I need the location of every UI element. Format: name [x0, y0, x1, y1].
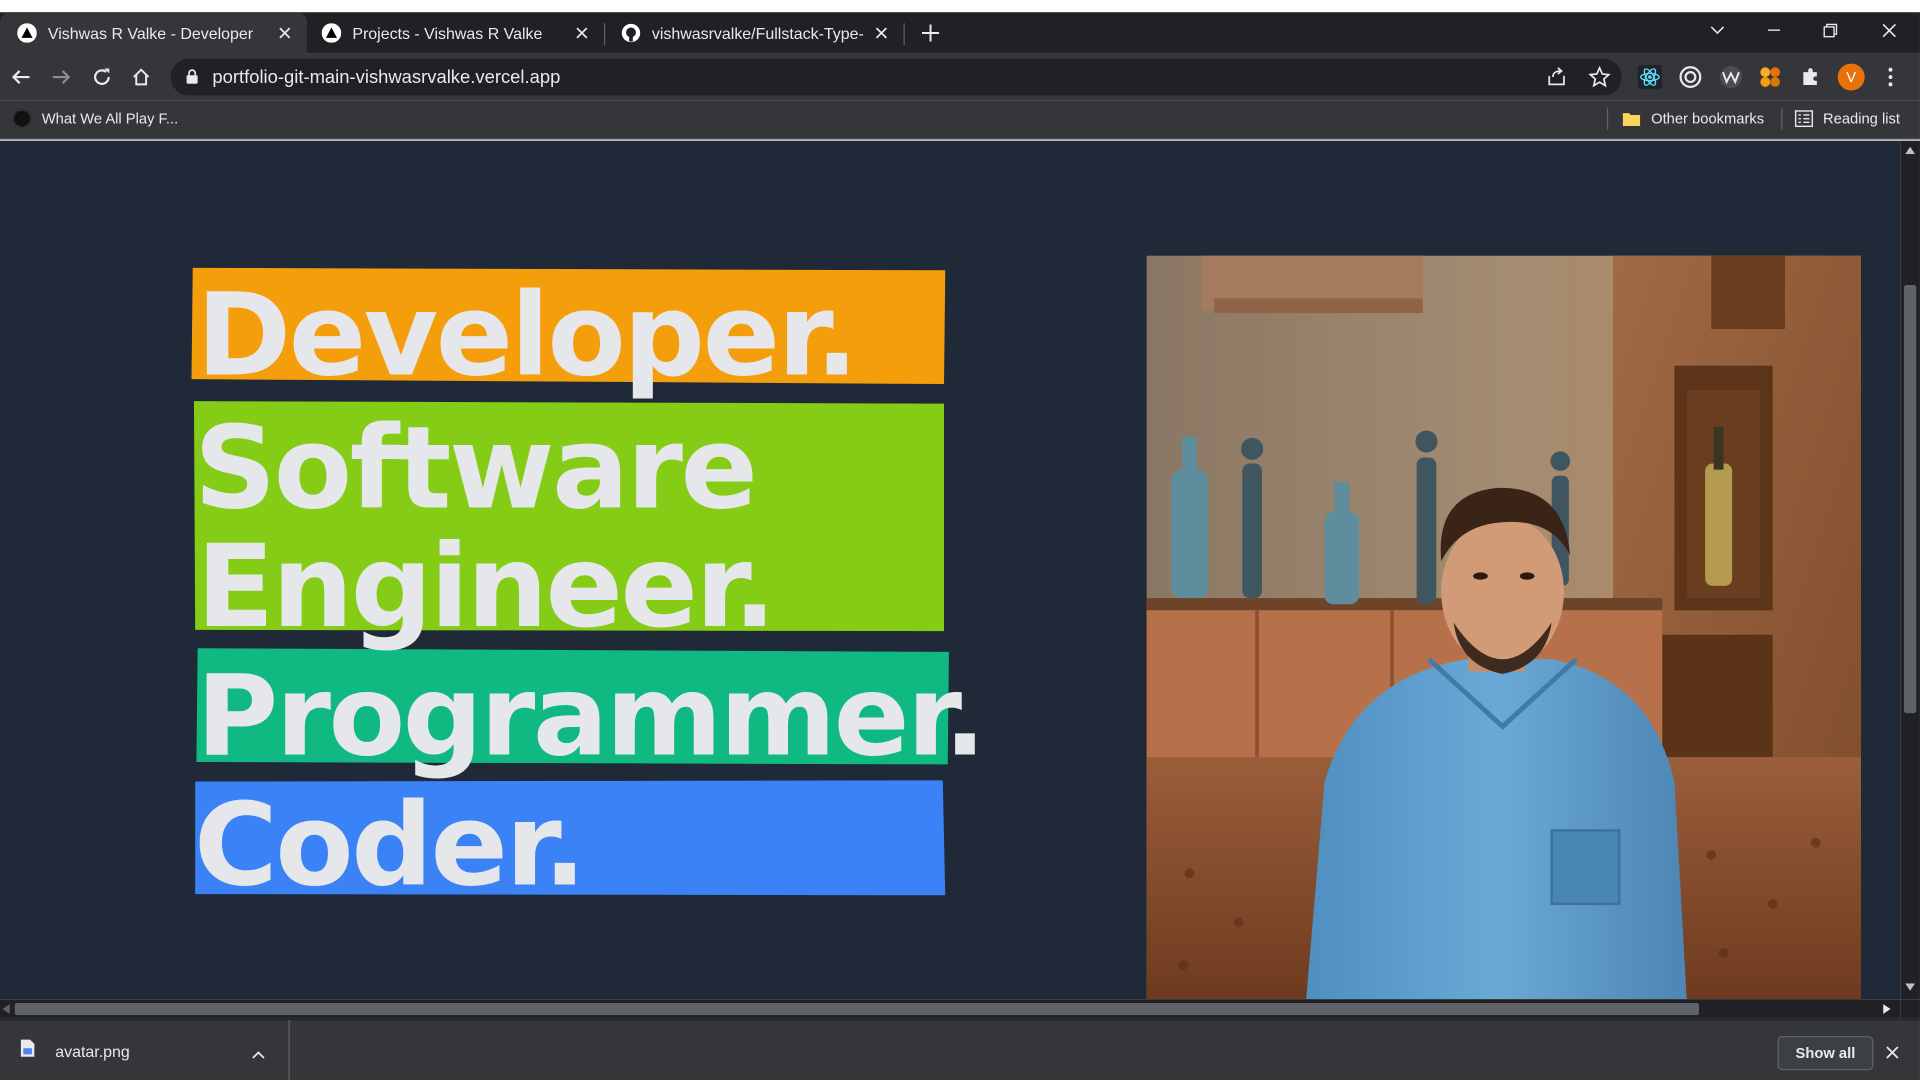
other-bookmarks-label: Other bookmarks: [1651, 110, 1765, 128]
plus-icon: [921, 24, 940, 42]
horizontal-scrollbar[interactable]: [0, 999, 1901, 1019]
tab-github-repo[interactable]: vishwasrvalke/Fullstack-Type-gra: [604, 12, 904, 54]
folder-icon: [1622, 109, 1642, 129]
restore-button[interactable]: [1802, 12, 1858, 49]
react-devtools-icon[interactable]: [1637, 64, 1663, 90]
profile-photo: [1146, 255, 1862, 1000]
minimize-button[interactable]: [1746, 12, 1802, 49]
close-window-button[interactable]: [1861, 12, 1917, 49]
scrollbar-corner: [1900, 999, 1920, 1019]
extensions-puzzle-icon[interactable]: [1798, 65, 1823, 89]
tab-portfolio-home[interactable]: Vishwas R Valke - Developer: [0, 12, 307, 54]
close-tab-icon[interactable]: [275, 23, 295, 43]
browser-window: Vishwas R Valke - Developer Projects - V…: [0, 0, 1920, 1080]
scroll-down-arrow-icon[interactable]: [1905, 983, 1916, 991]
tab-title: Projects - Vishwas R Valke: [352, 23, 543, 43]
download-file-name: avatar.png: [55, 1041, 130, 1060]
url-text[interactable]: portfolio-git-main-vishwasrvalke.vercel.…: [212, 67, 560, 88]
tab-title: Vishwas R Valke - Developer: [47, 23, 254, 43]
address-bar[interactable]: portfolio-git-main-vishwasrvalke.vercel.…: [170, 58, 1622, 96]
share-icon[interactable]: [1546, 66, 1568, 94]
home-button[interactable]: [124, 60, 158, 94]
vercel-triangle-icon: [17, 23, 37, 43]
vertical-scrollbar[interactable]: [1900, 140, 1920, 1000]
download-item[interactable]: avatar.png: [0, 1020, 290, 1080]
headline-developer: Developer.: [196, 269, 858, 402]
bookmarks-bar: What We All Play F... Other bookmarks Re…: [0, 100, 1920, 140]
reading-list-label: Reading list: [1822, 110, 1900, 128]
menu-kebab-icon[interactable]: [1878, 65, 1903, 89]
close-download-shelf-icon[interactable]: [1886, 1043, 1900, 1065]
back-arrow-icon: [11, 70, 30, 84]
bookmark-separator: [1606, 107, 1609, 130]
download-shelf: avatar.png Show all: [0, 1018, 1920, 1080]
close-icon: [1882, 23, 1896, 38]
reload-button[interactable]: [85, 60, 119, 94]
target-extension-icon[interactable]: [1678, 65, 1703, 89]
file-icon: [20, 1038, 36, 1064]
bookmark-separator: [1781, 107, 1783, 130]
new-tab-button[interactable]: [918, 21, 943, 45]
forward-arrow-icon: [52, 70, 71, 84]
horizontal-scroll-thumb[interactable]: [14, 1002, 1699, 1016]
headline-engineer: Engineer.: [196, 521, 776, 654]
headline-software: Software: [193, 402, 758, 535]
close-tab-icon[interactable]: [572, 23, 592, 43]
tab-title: vishwasrvalke/Fullstack-Type-gra: [651, 23, 865, 43]
chevron-up-icon[interactable]: [252, 1043, 266, 1065]
reading-list-button[interactable]: Reading list: [1794, 100, 1900, 137]
tab-projects[interactable]: Projects - Vishwas R Valke: [304, 12, 604, 54]
show-all-downloads-button[interactable]: Show all: [1777, 1035, 1874, 1071]
restore-icon: [1823, 23, 1838, 38]
vertical-scroll-thumb[interactable]: [1904, 284, 1917, 714]
scroll-up-arrow-icon[interactable]: [1905, 146, 1916, 155]
forward-button[interactable]: [44, 60, 78, 94]
page-viewport: Developer. Software Engineer. Programmer…: [0, 140, 1901, 1000]
scroll-left-arrow-icon[interactable]: [2, 1004, 10, 1014]
other-bookmarks-button[interactable]: Other bookmarks: [1622, 100, 1764, 137]
back-button[interactable]: [4, 60, 38, 94]
headline-programmer: Programmer.: [196, 653, 986, 782]
colorful-extension-icon[interactable]: [1758, 65, 1783, 89]
profile-avatar[interactable]: V: [1837, 63, 1865, 91]
reading-list-icon: [1794, 110, 1814, 128]
bookmark-item[interactable]: What We All Play F...: [12, 100, 178, 137]
home-icon: [133, 68, 150, 86]
close-tab-icon[interactable]: [872, 23, 892, 43]
reload-icon: [94, 68, 110, 85]
wappalyzer-icon[interactable]: [1719, 65, 1744, 89]
bookmark-label: What We All Play F...: [41, 110, 179, 128]
bookmark-star-icon[interactable]: [1588, 65, 1611, 94]
tab-search-button[interactable]: [1689, 12, 1745, 49]
scroll-right-arrow-icon[interactable]: [1883, 1004, 1891, 1014]
minimize-icon: [1767, 29, 1781, 31]
chevron-down-icon: [1710, 26, 1725, 35]
github-icon: [621, 23, 641, 43]
circle-favicon-icon: [12, 109, 32, 129]
tab-strip: Vishwas R Valke - Developer Projects - V…: [0, 12, 1920, 54]
navigation-toolbar: portfolio-git-main-vishwasrvalke.vercel.…: [0, 53, 1920, 101]
lock-icon: [185, 68, 199, 90]
vercel-triangle-icon: [321, 23, 342, 43]
tab-separator: [903, 23, 905, 46]
headline-coder: Coder.: [193, 779, 587, 912]
